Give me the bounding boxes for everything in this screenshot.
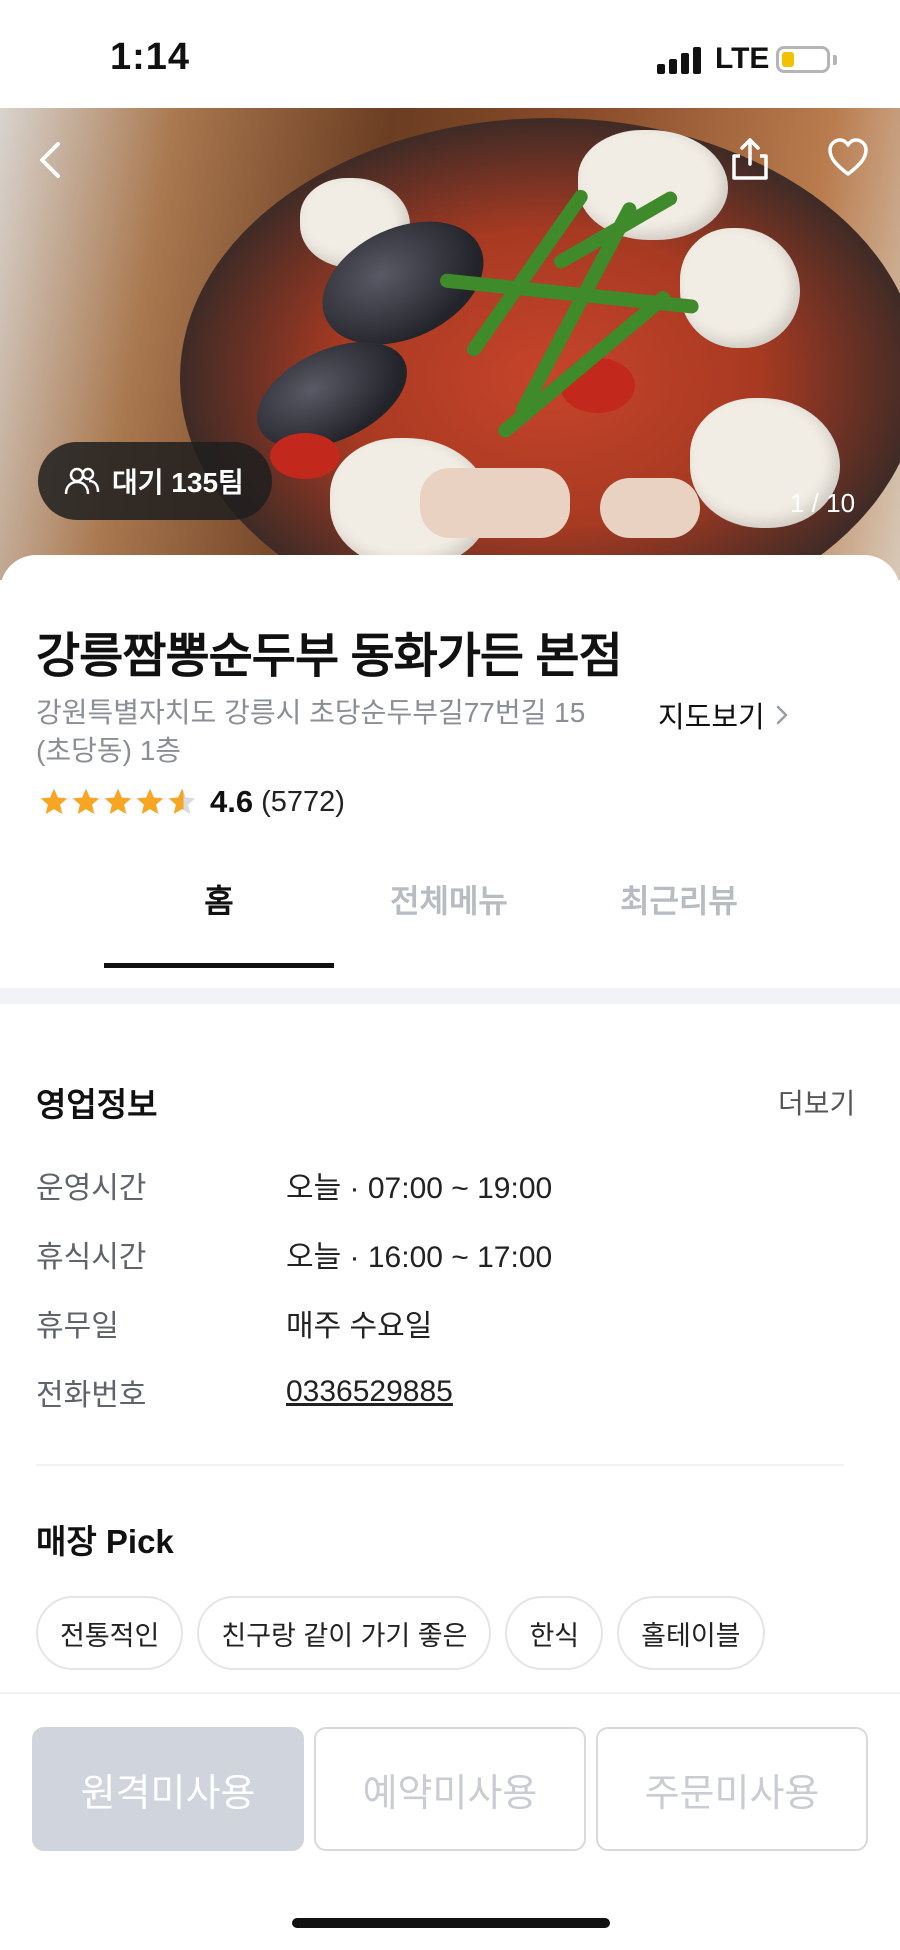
tab-bar: 홈 전체메뉴 최근리뷰 xyxy=(104,860,794,970)
store-pick-chip[interactable]: 전통적인 xyxy=(36,1596,184,1670)
tab-full-menu[interactable]: 전체메뉴 xyxy=(334,860,564,970)
info-label: 휴무일 xyxy=(36,1310,119,1343)
chevron-right-icon xyxy=(776,705,787,725)
people-icon xyxy=(64,467,100,495)
address-line-2: (초당동) 1층 xyxy=(36,735,182,766)
phone-number-link[interactable]: 0336529885 xyxy=(286,1375,453,1409)
home-indicator xyxy=(292,1918,610,1928)
remote-queue-button[interactable]: 원격미사용 xyxy=(32,1727,304,1851)
store-pick-title: 매장 Pick xyxy=(36,1523,174,1560)
business-info-title: 영업정보 xyxy=(36,1086,158,1123)
network-type: LTE xyxy=(715,42,770,75)
heart-icon[interactable] xyxy=(826,136,870,180)
store-pick-chips: 전통적인 친구랑 같이 가기 좋은 한식 홀테이블 xyxy=(36,1596,779,1670)
info-row-closed-day: 휴무일 매주 수요일 xyxy=(36,1298,856,1348)
star-full-icon xyxy=(136,788,164,814)
info-label: 전화번호 xyxy=(36,1379,147,1412)
store-pick-chip[interactable]: 한식 xyxy=(505,1596,604,1670)
active-tab-indicator xyxy=(104,963,334,968)
star-half-icon xyxy=(168,788,196,814)
store-name: 강릉짬뽕순두부 동화가든 본점 xyxy=(36,630,623,683)
info-label: 운영시간 xyxy=(36,1172,147,1205)
rating-row[interactable]: 4.6 (5772) xyxy=(38,784,345,820)
tab-recent-reviews[interactable]: 최근리뷰 xyxy=(564,860,794,970)
reservation-button[interactable]: 예약미사용 xyxy=(314,1727,586,1851)
map-view-link[interactable]: 지도보기 xyxy=(658,694,789,736)
image-page-indicator: 1 / 10 xyxy=(790,488,856,518)
battery-icon xyxy=(776,46,830,73)
signal-icon xyxy=(657,46,703,74)
star-full-icon xyxy=(40,788,68,814)
status-time: 1:14 xyxy=(110,36,191,78)
order-button[interactable]: 주문미사용 xyxy=(596,1727,868,1851)
back-arrow-icon[interactable] xyxy=(28,138,72,182)
star-rating xyxy=(38,786,198,818)
rating-score: 4.6 xyxy=(210,784,254,819)
tab-home[interactable]: 홈 xyxy=(104,860,334,970)
address-line-1: 강원특별자치도 강릉시 초당순두부길77번길 15 xyxy=(36,697,586,728)
info-row-break: 휴식시간 오늘 · 16:00 ~ 17:00 xyxy=(36,1229,856,1279)
section-divider xyxy=(0,988,900,1004)
info-row-hours: 운영시간 오늘 · 07:00 ~ 19:00 xyxy=(36,1160,856,1210)
battery-tip xyxy=(833,55,837,65)
wait-count-text: 대기 135팀 xyxy=(112,467,244,498)
more-link[interactable]: 더보기 xyxy=(778,1082,855,1122)
store-pick-chip[interactable]: 홀테이블 xyxy=(617,1596,765,1670)
info-value: 오늘 · 07:00 ~ 19:00 xyxy=(286,1172,553,1205)
review-count: (5772) xyxy=(261,785,345,818)
info-row-phone: 전화번호 0336529885 xyxy=(36,1367,856,1417)
share-icon[interactable] xyxy=(730,136,770,182)
map-view-label: 지도보기 xyxy=(658,702,765,734)
star-full-icon xyxy=(72,788,100,814)
info-value: 오늘 · 16:00 ~ 17:00 xyxy=(286,1241,553,1274)
section-divider-thin xyxy=(36,1464,844,1466)
store-pick-chip[interactable]: 친구랑 같이 가기 좋은 xyxy=(197,1596,492,1670)
info-value: 매주 수요일 xyxy=(286,1310,433,1343)
wait-count-badge: 대기 135팀 xyxy=(38,442,272,520)
info-label: 휴식시간 xyxy=(36,1241,147,1274)
store-address: 강원특별자치도 강릉시 초당순두부길77번길 15 (초당동) 1층 xyxy=(36,694,636,770)
star-full-icon xyxy=(104,788,132,814)
status-bar: 1:14 LTE xyxy=(0,0,900,108)
